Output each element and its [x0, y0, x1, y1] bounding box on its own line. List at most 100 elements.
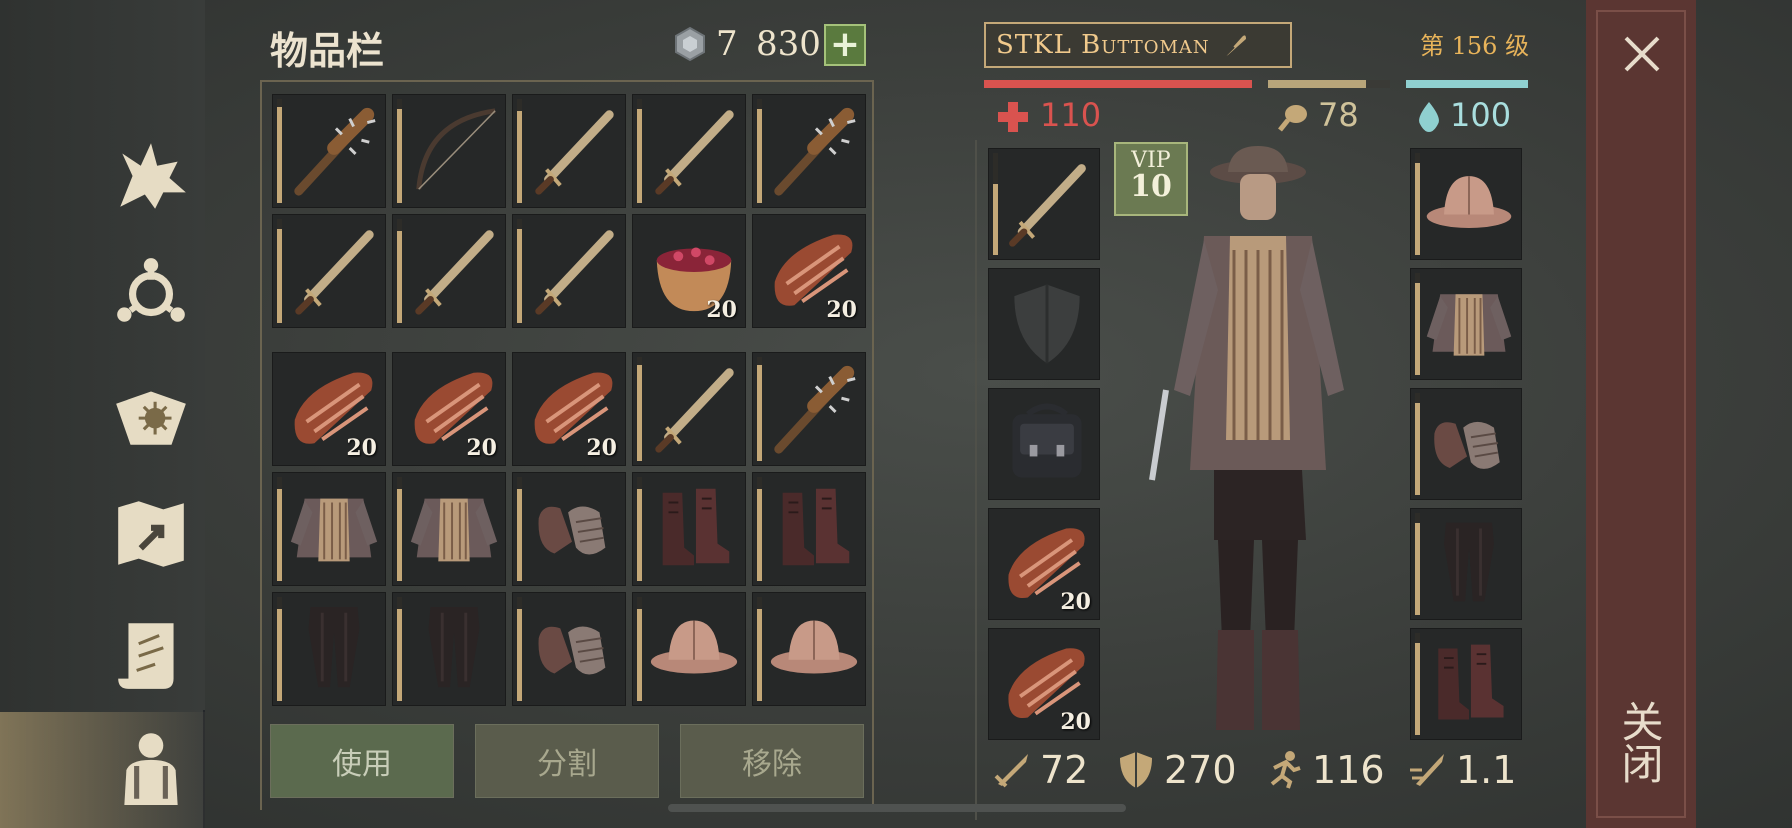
chainmail-icon — [1426, 294, 1512, 356]
durability-bar — [757, 99, 762, 203]
sword-icon — [1009, 164, 1086, 247]
equip-slot-right[interactable] — [1410, 388, 1522, 500]
item-quantity: 20 — [1060, 709, 1091, 735]
inventory-slot[interactable] — [272, 592, 386, 706]
inventory-slot[interactable] — [752, 592, 866, 706]
spiked-club-icon — [774, 365, 856, 454]
inventory-slot[interactable]: 20 — [272, 352, 386, 466]
add-currency-button[interactable]: + — [824, 24, 866, 66]
equip-slot-left[interactable] — [988, 388, 1100, 500]
close-icon[interactable] — [1620, 32, 1664, 76]
boots-icon — [662, 488, 730, 566]
spiked-club-icon — [294, 107, 376, 196]
helmet-icon — [770, 620, 858, 674]
crafting-icon[interactable] — [105, 246, 197, 338]
backpack-icon — [1012, 403, 1082, 478]
inventory-slot[interactable] — [752, 352, 866, 466]
inventory-slot[interactable]: 20 — [632, 214, 746, 328]
character-name-box[interactable]: STKL Buttoman — [984, 22, 1292, 68]
equip-slot-right[interactable] — [1410, 508, 1522, 620]
wolf-icon[interactable] — [105, 130, 197, 222]
spiked-club-icon — [774, 107, 856, 196]
scroll-quest-icon[interactable] — [105, 608, 197, 700]
horizontal-scrollbar[interactable] — [668, 804, 1126, 812]
food-drumstick-icon — [1278, 105, 1307, 132]
sword-icon — [655, 110, 734, 195]
durability-bar — [1415, 633, 1420, 735]
bow-icon — [416, 108, 496, 190]
inventory-slot[interactable] — [512, 94, 626, 208]
inventory-slot[interactable] — [632, 472, 746, 586]
attack-speed-icon — [1410, 754, 1444, 786]
inventory-slot[interactable]: 20 — [512, 352, 626, 466]
inventory-slot[interactable] — [752, 94, 866, 208]
equip-slot-left[interactable] — [988, 268, 1100, 380]
chainmail-icon — [290, 498, 378, 562]
attack-stat: 72 — [992, 748, 1088, 792]
inventory-slot[interactable] — [392, 214, 506, 328]
inventory-slot[interactable] — [632, 352, 746, 466]
running-speed-icon — [1270, 751, 1301, 789]
durability-bar — [517, 219, 522, 323]
water-drop-icon — [1419, 102, 1439, 132]
equip-slot-right[interactable] — [1410, 148, 1522, 260]
attack-speed-value: 1.1 — [1456, 748, 1517, 792]
inventory-slot[interactable] — [752, 472, 866, 586]
inventory-slot[interactable] — [272, 472, 386, 586]
inventory-slot[interactable] — [512, 472, 626, 586]
inventory-slot[interactable] — [272, 94, 386, 208]
inventory-title: 物品栏 — [270, 29, 385, 73]
durability-bar — [637, 99, 642, 203]
durability-bar — [993, 153, 998, 255]
durability-bar — [1415, 393, 1420, 495]
split-button[interactable]: 分割 — [475, 724, 659, 798]
inventory-slot[interactable] — [272, 214, 386, 328]
boots-icon — [1438, 644, 1504, 720]
equip-slot-left[interactable]: 20 — [988, 508, 1100, 620]
gem-icon — [672, 26, 708, 62]
shield-armor-icon — [1120, 752, 1152, 788]
character-name: STKL Buttoman — [996, 30, 1210, 60]
equip-slot-right[interactable] — [1410, 268, 1522, 380]
helmet-icon — [650, 620, 738, 674]
inventory-slot[interactable] — [632, 592, 746, 706]
coin-count: 830 — [756, 24, 821, 64]
food-bar — [1268, 80, 1390, 88]
close-label[interactable]: 关闭 — [1615, 700, 1670, 784]
durability-bar — [1415, 153, 1420, 255]
gloves-icon — [1434, 421, 1500, 469]
inventory-slot[interactable] — [632, 94, 746, 208]
durability-bar — [277, 99, 282, 203]
durability-bar — [277, 597, 282, 701]
health-value: 110 — [1040, 96, 1102, 134]
equip-slot-right[interactable] — [1410, 628, 1522, 740]
durability-bar — [397, 99, 402, 203]
inventory-slot[interactable] — [392, 592, 506, 706]
equip-slot-left[interactable] — [988, 148, 1100, 260]
character-model — [1149, 146, 1344, 730]
sword-icon — [535, 230, 614, 315]
feather-edit-icon[interactable] — [1220, 31, 1248, 59]
inventory-slot[interactable] — [512, 214, 626, 328]
inventory-slot[interactable]: 20 — [752, 214, 866, 328]
inventory-slot[interactable] — [392, 94, 506, 208]
inventory-slot[interactable] — [392, 472, 506, 586]
journal-sun-icon[interactable] — [105, 368, 197, 460]
inventory-slot[interactable]: 20 — [392, 352, 506, 466]
pants-icon — [1444, 522, 1494, 602]
water-value: 100 — [1450, 96, 1512, 134]
health-cross-icon — [998, 102, 1028, 132]
food-value: 78 — [1318, 96, 1359, 134]
character-backpack-icon[interactable] — [105, 720, 197, 812]
inventory-slot[interactable] — [512, 592, 626, 706]
item-quantity: 20 — [1060, 589, 1091, 615]
durability-bar — [1415, 513, 1420, 615]
speed-stat: 116 — [1264, 748, 1385, 792]
boots-icon — [782, 488, 850, 566]
map-icon[interactable] — [105, 488, 197, 580]
item-quantity: 20 — [586, 435, 617, 461]
durability-bar — [517, 99, 522, 203]
remove-button[interactable]: 移除 — [680, 724, 864, 798]
equip-slot-left[interactable]: 20 — [988, 628, 1100, 740]
use-button[interactable]: 使用 — [270, 724, 454, 798]
